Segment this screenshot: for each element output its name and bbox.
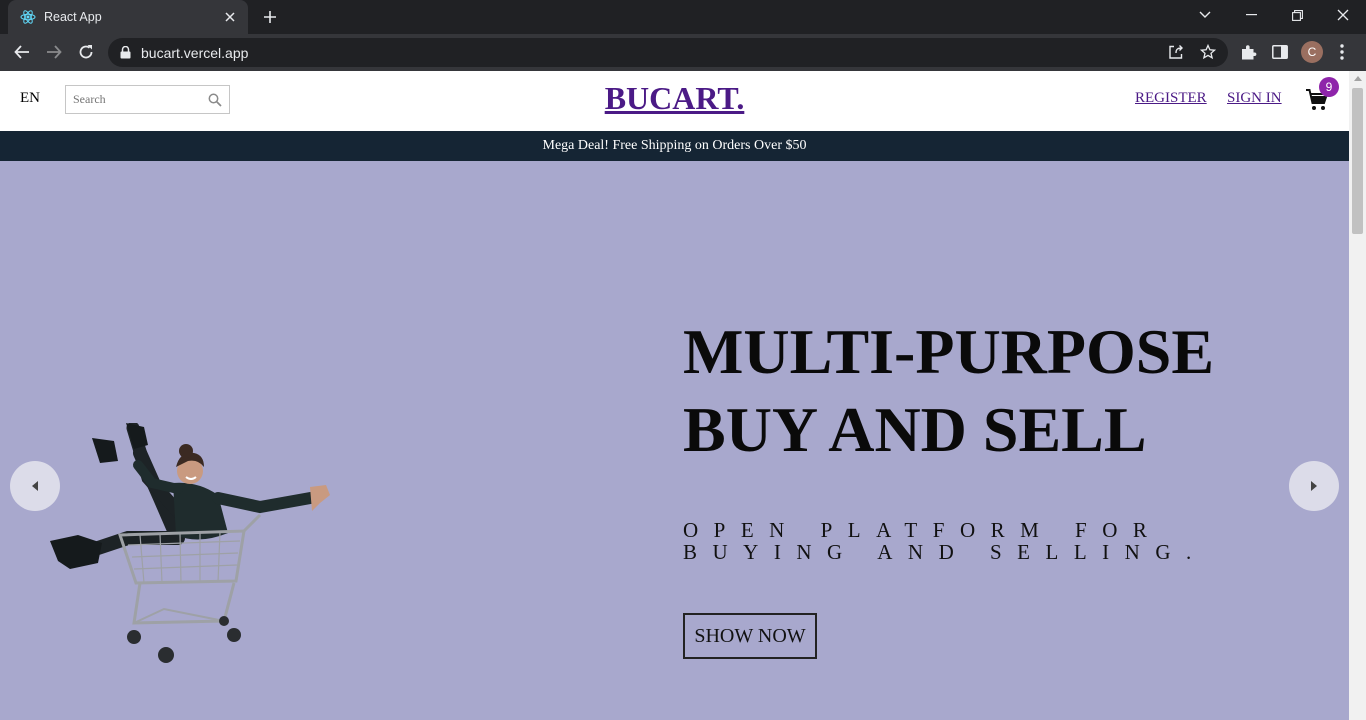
lock-icon[interactable] bbox=[120, 46, 131, 59]
site-navbar: EN BUCART. REGISTER SIGN IN 9 bbox=[0, 71, 1349, 131]
browser-tab-strip: React App bbox=[0, 0, 1366, 34]
register-link[interactable]: REGISTER bbox=[1135, 90, 1207, 107]
hero-slider: MULTI-PURPOSE BUY AND SELL OPEN PLATFORM… bbox=[0, 161, 1349, 720]
star-icon[interactable] bbox=[1200, 44, 1216, 60]
hero-title-line-1: MULTI-PURPOSE bbox=[683, 316, 1215, 387]
page-scrollbar[interactable] bbox=[1349, 71, 1366, 720]
react-favicon-icon bbox=[20, 9, 36, 25]
reload-icon[interactable] bbox=[72, 38, 100, 66]
url-text: bucart.vercel.app bbox=[141, 44, 249, 61]
share-icon[interactable] bbox=[1168, 44, 1184, 60]
scroll-thumb[interactable] bbox=[1352, 88, 1363, 234]
page: EN BUCART. REGISTER SIGN IN 9 Mega Deal!… bbox=[0, 71, 1349, 720]
announcement-text: Mega Deal! Free Shipping on Orders Over … bbox=[542, 138, 807, 153]
kebab-menu-icon[interactable] bbox=[1332, 42, 1352, 62]
hero-title: MULTI-PURPOSE BUY AND SELL bbox=[683, 313, 1214, 469]
browser-tab[interactable]: React App bbox=[8, 0, 248, 34]
page-viewport: EN BUCART. REGISTER SIGN IN 9 Mega Deal!… bbox=[0, 71, 1366, 720]
profile-avatar[interactable]: C bbox=[1301, 41, 1323, 63]
address-bar[interactable]: bucart.vercel.app bbox=[108, 38, 1228, 67]
side-panel-icon[interactable] bbox=[1270, 42, 1290, 62]
announcement-bar: Mega Deal! Free Shipping on Orders Over … bbox=[0, 131, 1349, 161]
hero-subtitle: OPEN PLATFORM FOR BUYING AND SELLING. bbox=[683, 518, 1207, 564]
chevron-down-icon[interactable] bbox=[1182, 0, 1228, 30]
show-now-button[interactable]: SHOW NOW bbox=[683, 613, 817, 659]
plus-icon[interactable] bbox=[258, 6, 282, 28]
signin-link[interactable]: SIGN IN bbox=[1227, 90, 1282, 107]
browser-toolbar: bucart.vercel.app C bbox=[0, 34, 1366, 71]
woman-in-shopping-cart-image bbox=[50, 423, 330, 663]
extensions-icon[interactable] bbox=[1238, 42, 1258, 62]
minimize-icon[interactable] bbox=[1228, 0, 1274, 30]
forward-icon[interactable] bbox=[40, 38, 68, 66]
cart-count-badge: 9 bbox=[1319, 77, 1339, 97]
window-close-icon[interactable] bbox=[1320, 0, 1366, 30]
back-icon[interactable] bbox=[8, 38, 36, 66]
close-icon[interactable] bbox=[222, 9, 238, 25]
restore-icon[interactable] bbox=[1274, 0, 1320, 30]
tab-title: React App bbox=[44, 10, 102, 24]
scroll-up-arrow[interactable] bbox=[1354, 76, 1362, 81]
arrow-right-icon[interactable] bbox=[1289, 461, 1339, 511]
hero-title-line-2: BUY AND SELL bbox=[683, 394, 1147, 465]
